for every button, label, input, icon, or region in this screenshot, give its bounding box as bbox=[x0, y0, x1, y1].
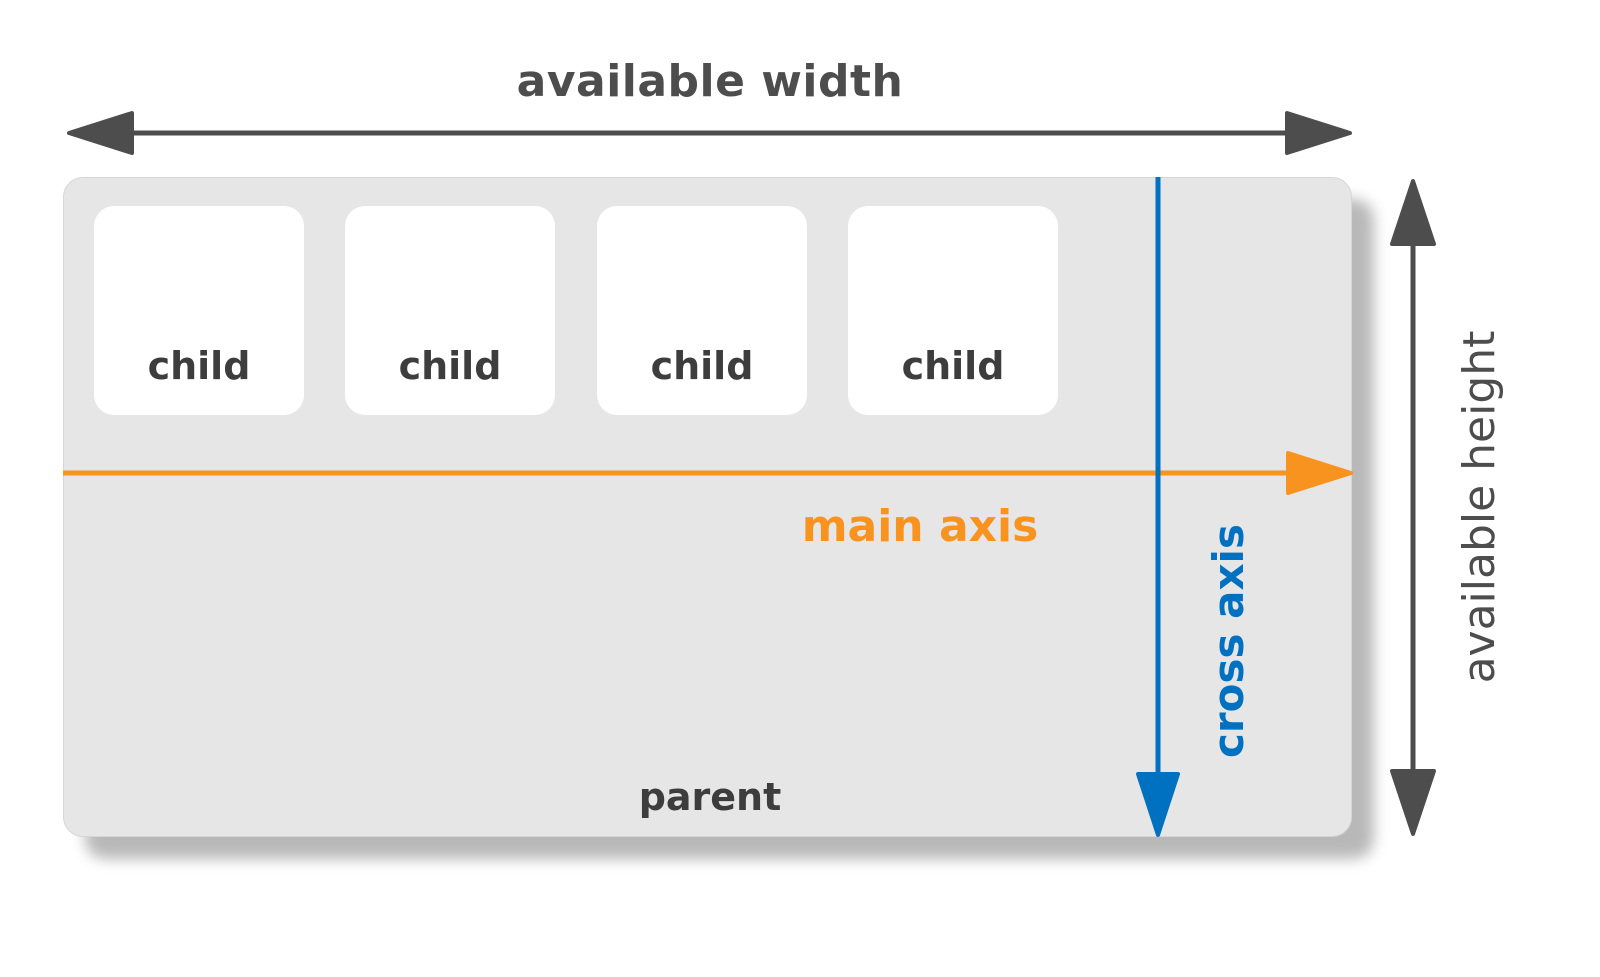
width-double-arrow-icon bbox=[67, 111, 1352, 155]
main-axis-label: main axis bbox=[801, 501, 1039, 552]
child-box-2: child bbox=[345, 206, 555, 415]
child-label: child bbox=[398, 344, 502, 388]
parent-label: parent bbox=[638, 775, 782, 819]
child-label: child bbox=[147, 344, 251, 388]
cross-axis-label: cross axis bbox=[1204, 524, 1253, 758]
available-width-label: available width bbox=[516, 56, 904, 107]
child-label: child bbox=[650, 344, 754, 388]
child-box-4: child bbox=[848, 206, 1058, 415]
child-box-1: child bbox=[94, 206, 304, 415]
child-box-3: child bbox=[597, 206, 807, 415]
height-double-arrow-icon bbox=[1390, 179, 1436, 836]
child-label: child bbox=[901, 344, 1005, 388]
available-height-label: available height bbox=[1454, 330, 1505, 684]
